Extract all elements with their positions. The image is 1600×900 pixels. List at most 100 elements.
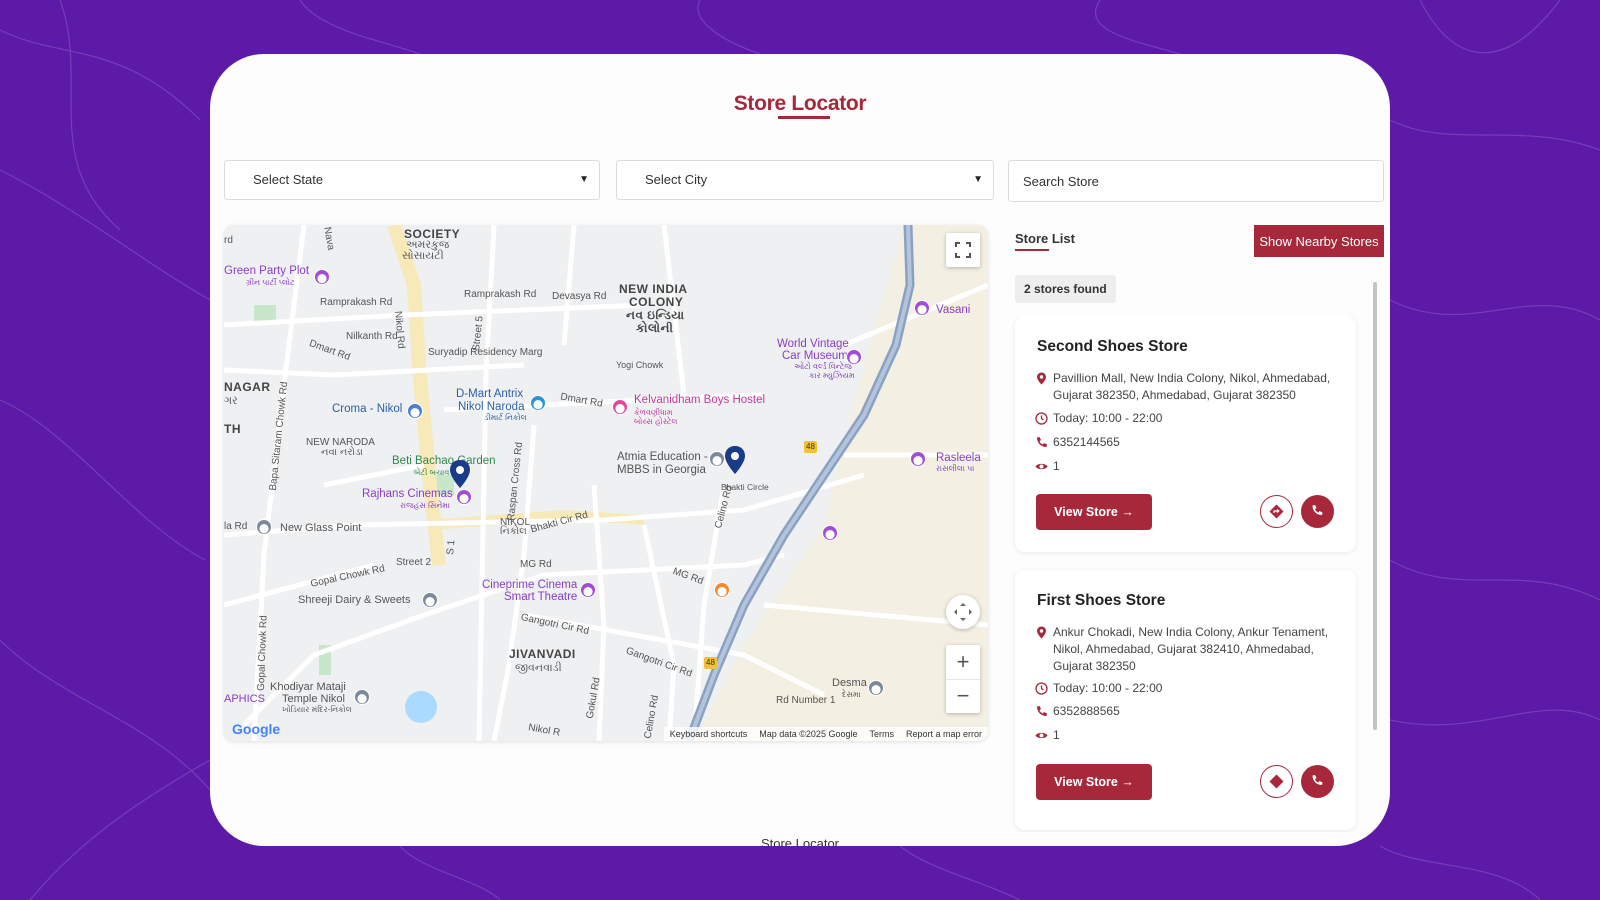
map-data-text: Map data ©2025 Google — [759, 729, 858, 739]
view-store-button[interactable]: View Store → — [1036, 764, 1152, 800]
map-label-new-india: NEW INDIA — [619, 282, 688, 296]
bed-icon[interactable]: ⬤ — [612, 399, 628, 415]
map-label-new-india-gu1: નવ ઇન્ડિયા — [626, 308, 685, 322]
cart-icon[interactable]: ⬤ — [530, 395, 546, 411]
map-label-jivanvadi: JIVANVADI — [509, 647, 576, 661]
store-views-text: 1 — [1053, 459, 1060, 473]
temple-icon[interactable]: ⬤ — [354, 689, 370, 705]
store-hours: Today: 10:00 - 22:00 — [1035, 680, 1335, 697]
phone-icon — [1037, 706, 1047, 716]
phone-icon — [1037, 437, 1047, 447]
store-marker-icon[interactable] — [449, 459, 471, 489]
store-phone: 6352888565 — [1035, 703, 1335, 720]
map-footer: Keyboard shortcuts Map data ©2025 Google… — [663, 727, 988, 741]
map-label-devasya-rd: Devasya Rd — [552, 291, 607, 302]
map-poi-green-party-gu: ગ્રીન પાર્ટી પ્લોટ — [246, 278, 295, 287]
report-map-error-link[interactable]: Report a map error — [906, 727, 982, 741]
tab-underline — [1015, 249, 1049, 251]
map-poi-world-vintage-gu2: કાર મ્યુઝિયમ — [809, 371, 855, 380]
place-icon[interactable]: ⬤ — [868, 680, 884, 696]
restaurant-icon[interactable]: ⬤ — [714, 582, 730, 598]
map-poi-beti-bachao: Beti Bachao Garden — [392, 455, 496, 467]
party-icon[interactable]: ⬤ — [910, 451, 926, 467]
terms-link[interactable]: Terms — [869, 727, 894, 741]
view-store-button[interactable]: View Store → — [1036, 494, 1152, 530]
google-logo: Google — [232, 721, 280, 737]
call-button[interactable] — [1301, 495, 1334, 528]
map-label-nikol-gu: નિકોલ — [500, 526, 527, 537]
tab-store-list[interactable]: Store List — [1015, 231, 1075, 246]
city-select[interactable]: Select City ▼ — [616, 160, 994, 200]
store-address: Pavillion Mall, New India Colony, Nikol,… — [1035, 370, 1335, 404]
highway-48-shield: 48 — [704, 657, 717, 669]
store-locator-card: Store Locator Select State ▼ Select City… — [210, 54, 1390, 846]
state-select-label: Select State — [253, 172, 324, 187]
map-label-rd: rd — [224, 235, 233, 246]
shopping-bag-icon[interactable]: ⬤ — [407, 403, 423, 419]
zoom-in-button[interactable]: + — [946, 645, 980, 679]
school-icon[interactable]: ⬤ — [709, 451, 725, 467]
store-map[interactable]: SOCIETY અમરકુંજ સોસાયટી NEW INDIA COLONY… — [224, 225, 988, 741]
phone-icon — [1312, 775, 1323, 785]
clock-icon — [1035, 412, 1048, 425]
map-label-aphics: APHICS — [224, 693, 265, 705]
map-poi-world-vintage: World Vintage — [777, 338, 849, 350]
map-poi-desma: Desma — [832, 677, 867, 689]
store-name: First Shoes Store — [1037, 592, 1166, 609]
shop-icon[interactable]: ⬤ — [256, 519, 272, 535]
pan-control-button[interactable] — [946, 595, 980, 629]
search-store-input[interactable] — [1008, 160, 1384, 202]
map-label-nagar-gu: ગર — [224, 395, 238, 407]
store-views-text: 1 — [1053, 728, 1060, 742]
map-poi-smart-theatre: Smart Theatre — [504, 591, 578, 603]
map-label-suryadip: Suryadip Residency Marg — [428, 347, 543, 358]
store-phone-text: 6352144565 — [1053, 435, 1120, 449]
scrollbar-thumb[interactable] — [1373, 282, 1377, 730]
zoom-out-button[interactable]: − — [946, 679, 980, 713]
show-nearby-stores-button[interactable]: Show Nearby Stores — [1254, 225, 1384, 257]
store-card: Second Shoes Store Pavillion Mall, New I… — [1015, 316, 1356, 552]
directions-button[interactable] — [1260, 495, 1293, 528]
arrow-right-icon: → — [1121, 505, 1134, 519]
map-poi-atmia: Atmia Education - — [617, 451, 708, 463]
map-poi-cineprime: Cineprime Cinema — [482, 579, 578, 591]
eye-icon — [1035, 732, 1048, 739]
page-title: Store Locator — [733, 92, 867, 115]
zoom-control: + − — [946, 645, 980, 713]
directions-button[interactable] — [1260, 765, 1293, 798]
footer-text: Store Locator — [760, 836, 840, 846]
store-hours-text: Today: 10:00 - 22:00 — [1053, 681, 1163, 695]
map-label-yogi-chowk: Yogi Chowk — [616, 360, 664, 370]
museum-icon[interactable]: ⬤ — [846, 349, 862, 365]
map-label-new-naroda-gu: નવા નરોડા — [321, 447, 363, 458]
map-label-la-rd: la Rd — [224, 521, 248, 532]
phone-icon — [1312, 505, 1323, 515]
title-underline — [778, 116, 830, 119]
arrow-right-icon: → — [1121, 775, 1134, 789]
map-label-new-india-gu2: કોલોની — [636, 321, 674, 335]
fullscreen-button[interactable] — [946, 233, 980, 267]
keyboard-shortcuts-link[interactable]: Keyboard shortcuts — [670, 727, 748, 741]
chevron-down-icon: ▼ — [973, 174, 983, 185]
map-poi-khodiyar: Khodiyar Mataji — [270, 681, 346, 693]
eye-icon — [1035, 463, 1048, 470]
cinema-icon[interactable]: ⬤ — [580, 582, 596, 598]
store-marker-icon[interactable] — [724, 445, 746, 475]
map-label-ramprakash-rd: Ramprakash Rd — [320, 297, 393, 308]
stores-found-badge: 2 stores found — [1015, 275, 1116, 303]
store-address: Ankur Chokadi, New India Colony, Ankur T… — [1035, 624, 1335, 675]
map-poi-rajhans-gu: રાજહંસ સિનેમા — [400, 501, 450, 510]
call-button[interactable] — [1301, 765, 1334, 798]
place-icon[interactable]: ⬤ — [822, 525, 838, 541]
cinema-icon[interactable]: ⬤ — [456, 489, 472, 505]
map-poi-icon[interactable]: ⬤ — [314, 269, 330, 285]
map-label-society-gu2: સોસાયટી — [402, 250, 444, 262]
state-select[interactable]: Select State ▼ — [224, 160, 600, 200]
map-label-colony: COLONY — [629, 295, 684, 309]
temple-icon[interactable]: ⬤ — [914, 300, 930, 316]
store-icon[interactable]: ⬤ — [422, 592, 438, 608]
view-store-label: View Store — [1054, 775, 1118, 789]
map-poi-shreeji: Shreeji Dairy & Sweets — [298, 594, 411, 606]
map-poi-dmart-gu: ડીમાર્ટ નિકોલ — [484, 413, 527, 422]
store-card: First Shoes Store Ankur Chokadi, New Ind… — [1015, 570, 1356, 830]
